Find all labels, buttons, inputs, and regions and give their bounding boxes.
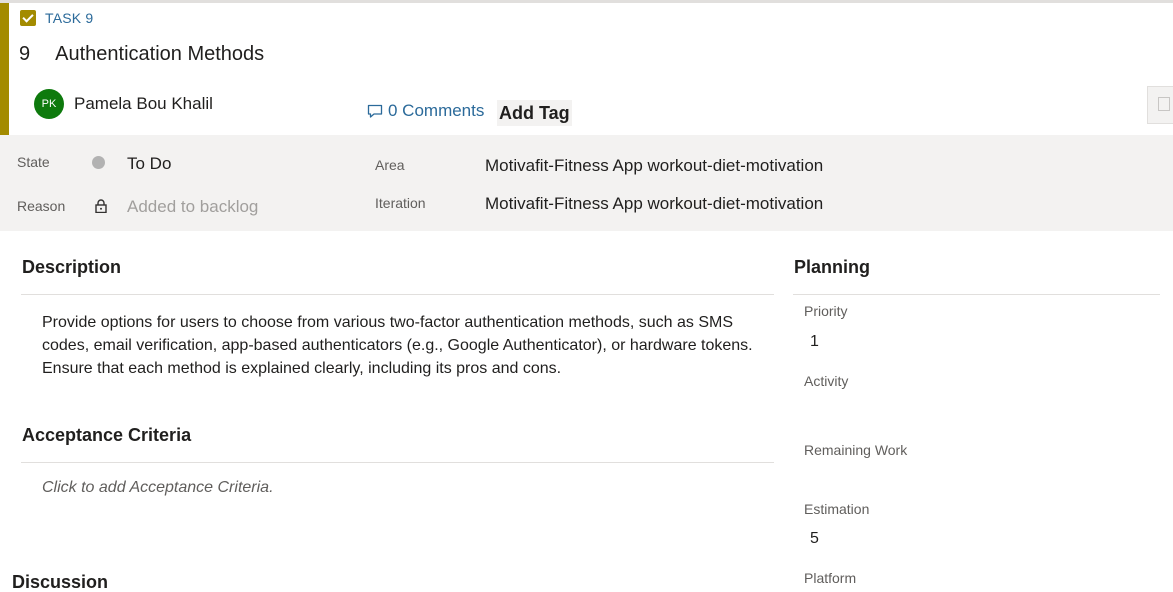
- planning-title: Planning: [794, 257, 870, 277]
- activity-label: Activity: [804, 373, 849, 389]
- assignee-name: Pamela Bou Khalil: [74, 94, 213, 113]
- description-text[interactable]: Provide options for users to choose from…: [42, 311, 762, 380]
- work-item-header: TASK 9 9 Authentication Methods PK Pamel…: [9, 3, 1173, 135]
- assignee[interactable]: PK Pamela Bou Khalil: [34, 89, 213, 119]
- avatar: PK: [34, 89, 64, 119]
- work-item-type: TASK 9: [20, 10, 93, 26]
- estimation-value[interactable]: 5: [810, 530, 819, 548]
- priority-value[interactable]: 1: [810, 333, 819, 351]
- remaining-work-label: Remaining Work: [804, 442, 908, 458]
- work-item-title-row: 9 Authentication Methods: [19, 43, 264, 66]
- description-divider: [21, 294, 774, 295]
- comment-icon: [367, 104, 383, 118]
- acceptance-criteria-input[interactable]: Click to add Acceptance Criteria.: [42, 479, 274, 497]
- comments-label: 0 Comments: [388, 101, 485, 120]
- discussion-title: Discussion: [12, 572, 109, 592]
- iteration-label: Iteration: [375, 195, 426, 211]
- task-checkbox-icon: [20, 10, 36, 26]
- state-label: State: [17, 154, 50, 170]
- work-item-type-label[interactable]: TASK 9: [45, 10, 93, 26]
- work-item-accent-bar: [0, 3, 9, 135]
- work-item-title[interactable]: Authentication Methods: [55, 43, 264, 66]
- panel-icon: [1158, 97, 1170, 111]
- reason-value[interactable]: Added to backlog: [127, 197, 258, 217]
- area-label: Area: [375, 157, 405, 173]
- activity-field[interactable]: [810, 403, 1010, 425]
- platform-label: Platform: [804, 570, 857, 586]
- comments-link[interactable]: 0 Comments: [367, 101, 484, 121]
- side-panel-toggle[interactable]: [1147, 86, 1173, 124]
- iteration-value[interactable]: Motivafit-Fitness App workout-diet-motiv…: [485, 194, 823, 214]
- priority-label: Priority: [804, 303, 848, 319]
- acceptance-divider: [21, 462, 774, 463]
- add-tag-button[interactable]: Add Tag: [497, 100, 572, 126]
- description-title: Description: [22, 257, 122, 277]
- fields-panel: State To Do Reason Added to backlog Area…: [0, 135, 1173, 231]
- area-value[interactable]: Motivafit-Fitness App workout-diet-motiv…: [485, 156, 823, 176]
- acceptance-criteria-title: Acceptance Criteria: [22, 425, 192, 445]
- planning-divider: [793, 294, 1160, 295]
- state-indicator-icon: [92, 156, 105, 169]
- remaining-work-field[interactable]: [810, 470, 1010, 492]
- estimation-label: Estimation: [804, 501, 870, 517]
- reason-label: Reason: [17, 198, 66, 214]
- state-value[interactable]: To Do: [127, 154, 171, 174]
- lock-icon: [95, 198, 107, 214]
- work-item-id: 9: [19, 43, 31, 65]
